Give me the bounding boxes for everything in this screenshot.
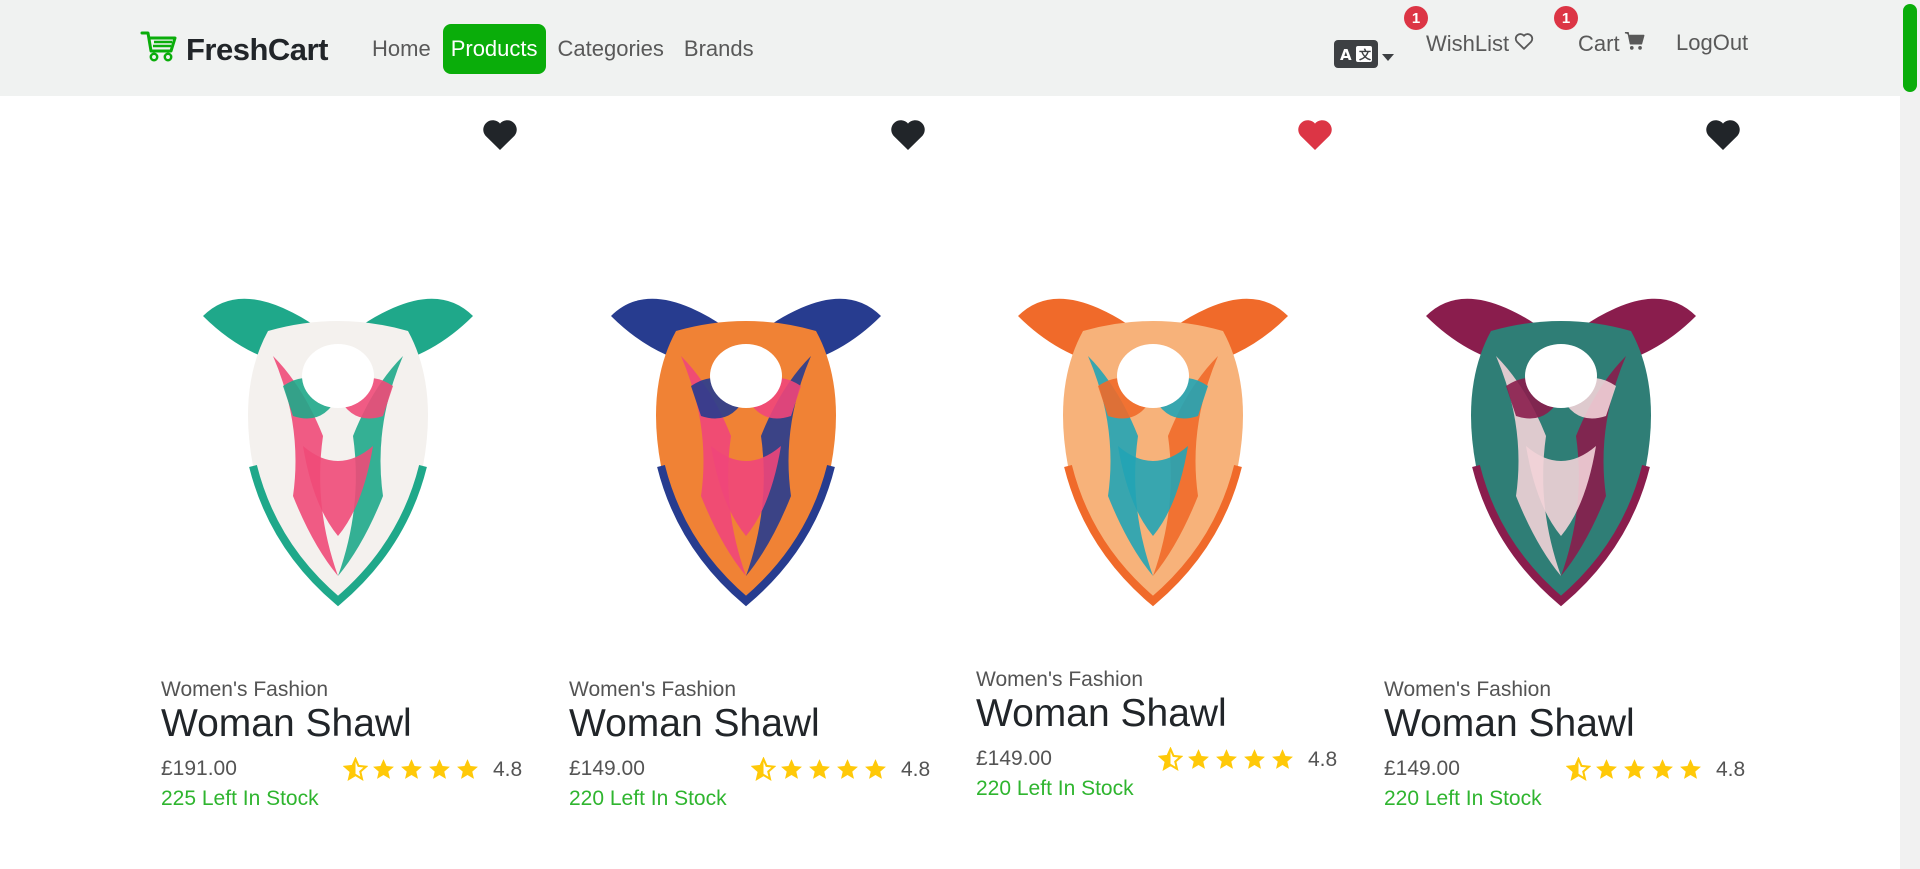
rating-value: 4.8 — [493, 757, 523, 781]
chevron-down-icon — [1382, 53, 1394, 61]
product-title[interactable]: Woman Shawl — [1384, 702, 1635, 746]
wishlist-label: WishList — [1426, 31, 1510, 56]
product-card-1[interactable]: Women's Fashion Woman Shawl £191.00 4.8 … — [161, 96, 541, 816]
navbar: FreshCart Home Products Categories Brand… — [0, 0, 1900, 96]
product-category: Women's Fashion — [161, 678, 329, 701]
star-half-icon — [1158, 747, 1183, 772]
product-category: Women's Fashion — [569, 678, 737, 701]
star-icon — [1216, 749, 1237, 769]
translate-icon: A 文 — [1334, 40, 1378, 68]
product-title[interactable]: Woman Shawl — [161, 702, 412, 746]
product-image[interactable] — [173, 236, 503, 676]
star-icon — [1272, 749, 1293, 769]
star-icon — [865, 759, 886, 779]
star-icon — [1596, 759, 1617, 779]
star-icon — [1680, 759, 1701, 779]
product-card-3[interactable]: Women's Fashion Woman Shawl £149.00 4.8 … — [976, 96, 1356, 816]
shopping-cart-icon — [1624, 30, 1646, 58]
wishlist-heart-icon[interactable] — [481, 118, 519, 152]
product-image[interactable] — [1396, 236, 1726, 676]
star-icon — [457, 759, 478, 779]
nav-categories[interactable]: Categories — [550, 24, 672, 74]
cart-count-badge: 1 — [1554, 6, 1578, 30]
product-card-4[interactable]: Women's Fashion Woman Shawl £149.00 4.8 … — [1384, 96, 1764, 816]
wishlist-heart-icon[interactable] — [1704, 118, 1742, 152]
star-half-icon — [1566, 757, 1591, 782]
star-half-icon — [751, 757, 776, 782]
stock-status: 220 Left In Stock — [976, 777, 1134, 800]
product-image[interactable] — [581, 236, 911, 676]
stock-status: 220 Left In Stock — [1384, 787, 1542, 810]
product-price: £191.00 — [161, 757, 237, 780]
cart-link[interactable]: 1 Cart — [1554, 6, 1646, 58]
star-icon — [1244, 749, 1265, 769]
star-icon — [373, 759, 394, 779]
nav-products[interactable]: Products — [442, 24, 546, 74]
logout-label: LogOut — [1676, 30, 1749, 55]
star-icon — [401, 759, 422, 779]
product-card-2[interactable]: Women's Fashion Woman Shawl £149.00 4.8 … — [569, 96, 949, 816]
svg-text:A: A — [1340, 46, 1353, 64]
product-image[interactable] — [988, 236, 1318, 676]
product-title[interactable]: Woman Shawl — [569, 702, 820, 746]
language-dropdown[interactable]: A 文 — [1334, 32, 1394, 76]
wishlist-heart-icon[interactable] — [1296, 118, 1334, 152]
wishlist-link[interactable]: 1 WishList — [1404, 6, 1535, 58]
page-scrollbar[interactable] — [1900, 0, 1920, 869]
heart-outline-icon — [1513, 30, 1535, 58]
stock-status: 225 Left In Stock — [161, 787, 319, 810]
product-price: £149.00 — [976, 747, 1052, 770]
star-icon — [1624, 759, 1645, 779]
product-rating: 4.8 — [751, 757, 930, 782]
rating-value: 4.8 — [1308, 747, 1338, 771]
nav-home[interactable]: Home — [364, 24, 439, 74]
star-icon — [1652, 759, 1673, 779]
cart-logo-icon — [140, 29, 178, 71]
logout-link[interactable]: LogOut — [1676, 30, 1748, 56]
brand-logo[interactable]: FreshCart — [140, 30, 328, 70]
brand-name: FreshCart — [186, 32, 328, 67]
wishlist-count-badge: 1 — [1404, 6, 1428, 30]
star-icon — [809, 759, 830, 779]
nav-brands[interactable]: Brands — [676, 24, 762, 74]
svg-text:文: 文 — [1359, 47, 1372, 62]
star-half-icon — [343, 757, 368, 782]
product-category: Women's Fashion — [976, 668, 1144, 691]
star-icon — [429, 759, 450, 779]
stock-status: 220 Left In Stock — [569, 787, 727, 810]
scrollbar-thumb[interactable] — [1903, 4, 1917, 92]
product-price: £149.00 — [1384, 757, 1460, 780]
product-rating: 4.8 — [1158, 747, 1337, 772]
star-icon — [1188, 749, 1209, 769]
star-icon — [837, 759, 858, 779]
star-icon — [781, 759, 802, 779]
product-rating: 4.8 — [343, 757, 522, 782]
product-category: Women's Fashion — [1384, 678, 1552, 701]
main-nav: Home Products Categories Brands — [364, 24, 766, 74]
rating-value: 4.8 — [901, 757, 931, 781]
cart-label: Cart — [1578, 31, 1620, 56]
product-rating: 4.8 — [1566, 757, 1745, 782]
product-title[interactable]: Woman Shawl — [976, 692, 1227, 736]
product-price: £149.00 — [569, 757, 645, 780]
rating-value: 4.8 — [1716, 757, 1746, 781]
wishlist-heart-icon[interactable] — [889, 118, 927, 152]
